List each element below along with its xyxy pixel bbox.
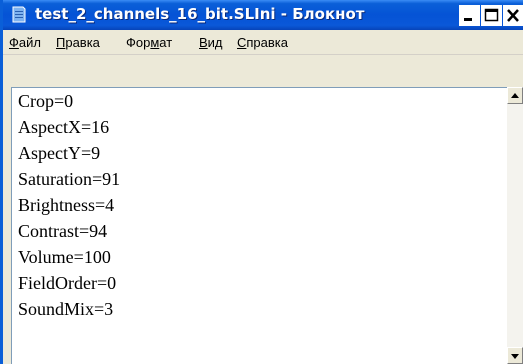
text-line: Crop=0 bbox=[18, 91, 74, 111]
text-line: Brightness=4 bbox=[18, 195, 115, 215]
text-line: AspectY=9 bbox=[18, 143, 101, 163]
text-line: AspectX=16 bbox=[18, 117, 110, 137]
menu-divider bbox=[3, 54, 523, 55]
arrow-down-icon bbox=[511, 354, 519, 359]
menu-view[interactable]: Вид bbox=[199, 35, 223, 50]
maximize-icon bbox=[484, 8, 499, 22]
close-icon bbox=[507, 9, 519, 22]
scroll-down-button[interactable] bbox=[507, 347, 523, 364]
menu-format[interactable]: Формат bbox=[126, 35, 172, 50]
text-line: SoundMix=3 bbox=[18, 299, 114, 319]
menu-file[interactable]: Файл bbox=[9, 35, 41, 50]
maximize-button[interactable] bbox=[481, 5, 502, 26]
notepad-window: test_2_channels_16_bit.SLIni - Блокнот Ф… bbox=[0, 0, 523, 364]
text-lines: Crop=0 AspectX=16 AspectY=9 Saturation=9… bbox=[18, 88, 120, 322]
text-line: Volume=100 bbox=[18, 247, 111, 267]
window-title: test_2_channels_16_bit.SLIni - Блокнот bbox=[35, 5, 365, 23]
text-line: FieldOrder=0 bbox=[18, 273, 117, 293]
arrow-up-icon bbox=[511, 93, 519, 98]
close-button[interactable] bbox=[503, 5, 523, 26]
minimize-icon bbox=[464, 18, 472, 21]
text-line: Contrast=94 bbox=[18, 221, 108, 241]
menu-bar: Файл Правка Формат Вид Справка bbox=[3, 30, 523, 54]
menu-edit[interactable]: Правка bbox=[56, 35, 100, 50]
minimize-button[interactable] bbox=[459, 5, 480, 26]
text-editor[interactable]: Crop=0 AspectX=16 AspectY=9 Saturation=9… bbox=[11, 87, 507, 364]
menu-help[interactable]: Справка bbox=[237, 35, 288, 50]
scroll-up-button[interactable] bbox=[507, 87, 523, 104]
title-bar[interactable]: test_2_channels_16_bit.SLIni - Блокнот bbox=[3, 0, 523, 30]
notepad-icon bbox=[12, 6, 26, 23]
vertical-scrollbar[interactable] bbox=[507, 87, 523, 364]
text-line: Saturation=91 bbox=[18, 169, 121, 189]
